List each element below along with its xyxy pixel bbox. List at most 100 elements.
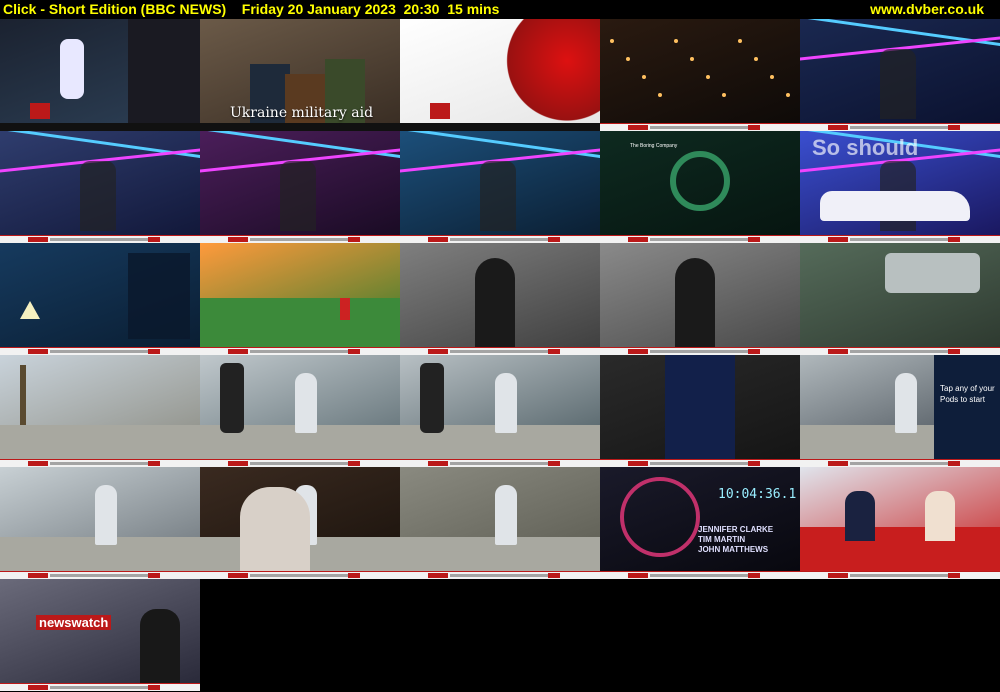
pods-instruction: Tap any of your Pods to start: [940, 384, 995, 404]
ticker-clock: [548, 461, 560, 466]
ticker-clock: [148, 349, 160, 354]
thumbnail-woman-pods-text[interactable]: Tap any of your Pods to start: [800, 355, 1000, 467]
thumbnail-woman-plank-pods[interactable]: [0, 467, 200, 579]
ticker-bbc: [828, 349, 848, 354]
ticker-clock: [748, 573, 760, 578]
ticker-clock: [148, 573, 160, 578]
person-figure: [480, 161, 516, 231]
ticker-clock: [748, 237, 760, 242]
thumbnail-image: Tap any of your Pods to start: [800, 355, 1000, 459]
fairway: [200, 298, 400, 347]
ticker-txt: [650, 350, 750, 353]
ticker-txt: [850, 238, 950, 241]
ring-graphic: [620, 477, 700, 557]
thumbnail-image: newswatch: [0, 579, 200, 683]
ticker-clock: [548, 237, 560, 242]
ticker-bbc: [428, 461, 448, 466]
credit-names: JENNIFER CLARKE TIM MARTIN JOHN MATTHEWS: [698, 525, 773, 555]
thumbnail-golf-course-sunset[interactable]: [200, 243, 400, 355]
ticker-txt: [50, 686, 150, 689]
news-ticker: [200, 571, 400, 579]
thumbnail-credits-names[interactable]: 10:04:36.1 JENNIFER CLARKE TIM MARTIN JOHN …: [600, 467, 800, 579]
news-ticker: [200, 235, 400, 243]
thumbnail-breakfast-sofa-presenters[interactable]: [800, 467, 1000, 579]
ticker-clock: [548, 573, 560, 578]
city-light: [738, 39, 742, 43]
ticker-clock: [348, 237, 360, 242]
ticker-bbc: [628, 125, 648, 130]
newswatch-logo: newswatch: [36, 615, 112, 630]
site-link[interactable]: www.dvber.co.uk: [870, 0, 984, 19]
thumbnail-neon-tunnel-crowd[interactable]: [200, 131, 400, 243]
ticker-clock: [148, 685, 160, 690]
person-figure: [495, 485, 517, 545]
person-figure: [495, 373, 517, 433]
thumbnail-newswatch-studio[interactable]: newswatch: [0, 579, 200, 691]
thumbnail-image: [800, 243, 1000, 347]
thumbnail-boring-company-tunnel[interactable]: The Boring Company: [600, 131, 800, 243]
news-ticker: [0, 347, 200, 355]
city-light: [786, 93, 790, 97]
news-ticker: [200, 347, 400, 355]
ticker-clock: [748, 125, 760, 130]
ticker-bbc: [228, 349, 248, 354]
tunnel-label: The Boring Company: [630, 143, 678, 149]
thumbnail-bbc-news-ident[interactable]: [400, 19, 600, 131]
ticker-txt: [650, 126, 750, 129]
credit-name: TIM MARTIN: [698, 535, 746, 544]
ticker-clock: [948, 349, 960, 354]
news-ticker: [800, 347, 1000, 355]
thumbnail-image: [600, 19, 800, 123]
thumbnail-image: [0, 243, 200, 347]
thumbnail-woman-crouching-patio[interactable]: [400, 467, 600, 579]
thumbnail-image: [600, 355, 800, 459]
presenter: [845, 491, 875, 541]
thumbnail-golf-launch-monitor[interactable]: [800, 243, 1000, 355]
ticker-bbc: [828, 461, 848, 466]
thumbnail-neon-tunnel-presenter-blue[interactable]: [400, 131, 600, 243]
thumbnail-presenter-neon-tunnel[interactable]: [0, 131, 200, 243]
news-ticker: [600, 347, 800, 355]
thumbnail-app-screen-phone[interactable]: [600, 355, 800, 467]
thumbnail-neon-tunnel-car[interactable]: [800, 19, 1000, 131]
wall-text: So should: [812, 135, 919, 160]
ticker-txt: [450, 350, 550, 353]
globe-graphic: [490, 19, 600, 123]
credit-name: JENNIFER CLARKE: [698, 525, 774, 534]
ticker-bbc: [28, 237, 48, 242]
thumbnail-woman-phone-punching-bag[interactable]: [400, 355, 600, 467]
thumbnail-woman-sofa[interactable]: [200, 467, 400, 579]
person-figure: [895, 373, 917, 433]
thumbnail-backyard-palm-trees[interactable]: [0, 355, 200, 467]
news-ticker: [200, 459, 400, 467]
thumbnail-man-stanford-hoodie[interactable]: [400, 243, 600, 355]
city-light: [674, 39, 678, 43]
ticker-txt: [650, 238, 750, 241]
city-light: [658, 93, 662, 97]
news-ticker: [600, 235, 800, 243]
ticker-clock: [948, 461, 960, 466]
ticker-bbc: [828, 237, 848, 242]
news-ticker: [800, 235, 1000, 243]
ticker-txt: [650, 574, 750, 577]
ticker-bbc: [628, 461, 648, 466]
thumbnail-woman-punching-bag[interactable]: [200, 355, 400, 467]
person-figure: [80, 161, 116, 231]
news-ticker: [0, 683, 200, 691]
thumbnail-motion-capture-software[interactable]: [0, 19, 200, 131]
ticker-bbc: [628, 349, 648, 354]
news-ticker: [800, 123, 1000, 131]
city-light: [754, 57, 758, 61]
properties-panel: [128, 19, 200, 123]
thumbnail-two-men-golf-range[interactable]: [600, 243, 800, 355]
ticker-bbc: [428, 349, 448, 354]
news-ticker: [800, 459, 1000, 467]
bbc-news-logo: [430, 103, 450, 119]
thumbnail-driver-practice-sim[interactable]: [0, 243, 200, 355]
patio-ground: [0, 425, 200, 459]
ticker-clock: [348, 349, 360, 354]
thumbnail-press-conference[interactable]: Ukraine military aid: [200, 19, 400, 131]
thumbnail-car-neon-so-should[interactable]: So should: [800, 131, 1000, 243]
palm-trunk: [20, 365, 26, 425]
thumbnail-city-night-aerial[interactable]: [600, 19, 800, 131]
